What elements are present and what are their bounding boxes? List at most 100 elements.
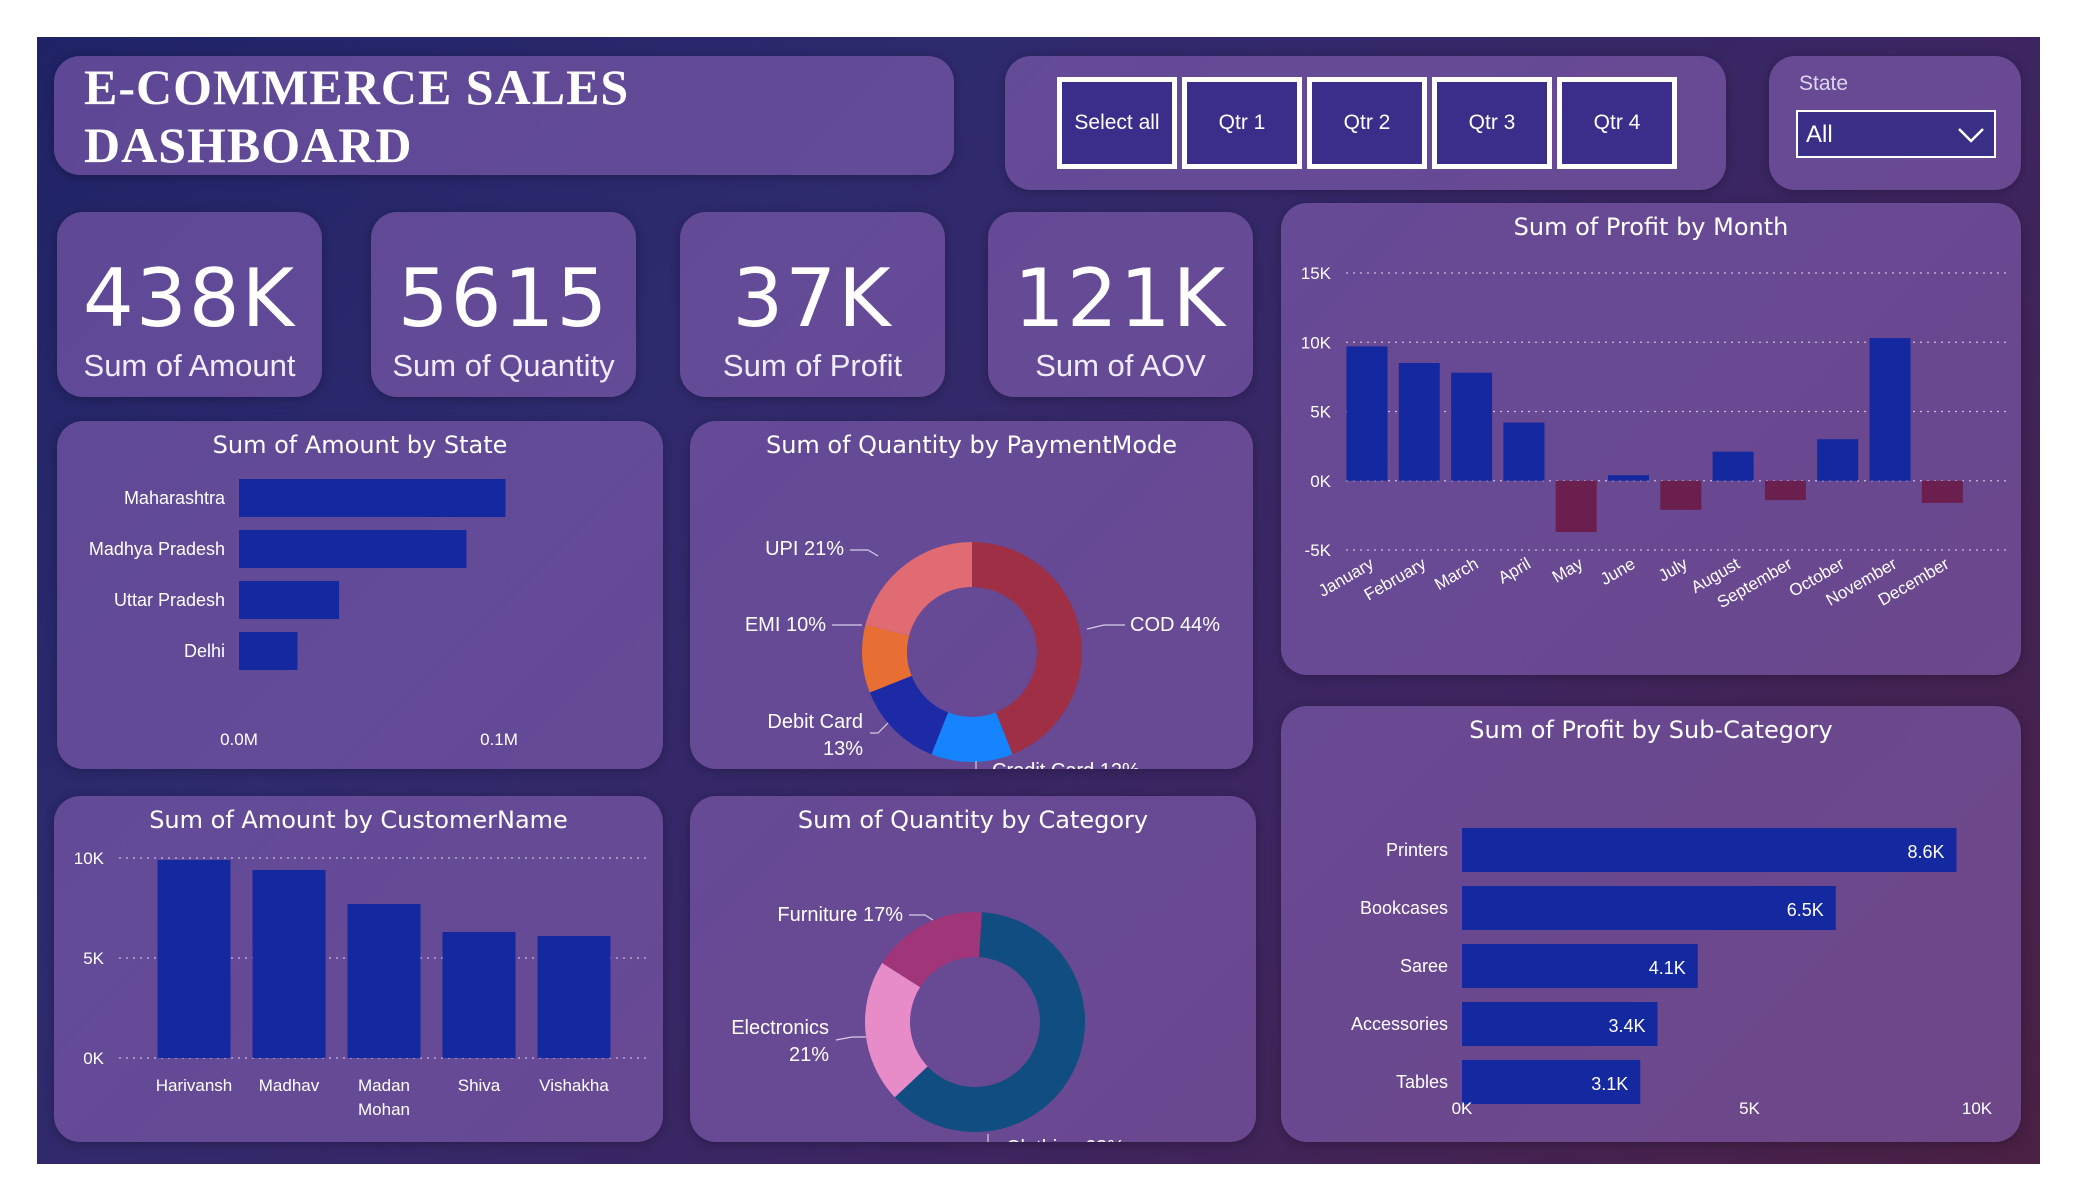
leader-line bbox=[987, 1134, 989, 1142]
category-label: May bbox=[1549, 554, 1587, 587]
kpi-aov-label: Sum of AOV bbox=[1035, 348, 1206, 383]
slice-label: EMI 10% bbox=[745, 614, 826, 636]
slice-label: Clothing 63% bbox=[1006, 1137, 1125, 1142]
category-label: Accessories bbox=[1351, 1014, 1448, 1034]
category-label: Bookcases bbox=[1360, 898, 1448, 918]
tick-label: 5K bbox=[1739, 1099, 1760, 1118]
category-label: Delhi bbox=[184, 641, 225, 661]
category-label: Madhya Pradesh bbox=[89, 539, 225, 559]
data-label: 3.1K bbox=[1591, 1074, 1628, 1094]
kpi-profit-card: 37K Sum of Profit bbox=[680, 212, 945, 397]
category-label: Madan bbox=[358, 1076, 410, 1095]
qty-by-paymentmode-card: Sum of Quantity by PaymentMode COD 44%Cr… bbox=[690, 421, 1253, 769]
data-label: 4.1K bbox=[1649, 958, 1686, 978]
slice-label: UPI 21% bbox=[765, 538, 844, 560]
state-filter-label: State bbox=[1799, 72, 1849, 95]
category-label: Uttar Pradesh bbox=[114, 590, 225, 610]
bar bbox=[1462, 828, 1957, 872]
state-dropdown-value: All bbox=[1806, 121, 1833, 148]
slicer-select-all-button[interactable]: Select all bbox=[1057, 77, 1177, 169]
data-label: 8.6K bbox=[1907, 842, 1944, 862]
leader-line bbox=[835, 1036, 866, 1041]
bar bbox=[157, 860, 231, 1058]
slice-label: 13% bbox=[823, 738, 863, 760]
kpi-amount-label: Sum of Amount bbox=[83, 348, 296, 383]
bar bbox=[1817, 439, 1859, 481]
slicer-qtr2-button[interactable]: Qtr 2 bbox=[1307, 77, 1427, 169]
bar bbox=[239, 479, 506, 517]
category-label: Harivansh bbox=[156, 1076, 233, 1095]
page-title: E-COMMERCE SALES DASHBOARD bbox=[84, 58, 630, 173]
leader-line bbox=[909, 914, 934, 921]
slice-label: Electronics bbox=[731, 1017, 829, 1039]
category-label: Shiva bbox=[458, 1076, 501, 1095]
category-label: July bbox=[1655, 554, 1691, 586]
leader-line bbox=[1086, 624, 1125, 630]
kpi-quantity-card: 5615 Sum of Quantity bbox=[371, 212, 636, 397]
tick-label: 0.0M bbox=[220, 730, 258, 749]
leader-line bbox=[975, 761, 977, 769]
bar bbox=[252, 870, 326, 1058]
tick-label: 0K bbox=[83, 1049, 104, 1068]
slice-label: COD 44% bbox=[1130, 614, 1220, 636]
bar bbox=[239, 581, 340, 619]
bar bbox=[1608, 475, 1649, 481]
kpi-amount-card: 438K Sum of Amount bbox=[57, 212, 322, 397]
bar bbox=[442, 932, 516, 1058]
kpi-quantity-label: Sum of Quantity bbox=[392, 348, 615, 383]
bar bbox=[1503, 422, 1545, 481]
tick-label: 5K bbox=[83, 949, 104, 968]
quarter-slicer: Select all Qtr 1 Qtr 2 Qtr 3 Qtr 4 bbox=[1005, 56, 1726, 190]
amount-by-customer-chart: 10K 5K 0K Harivansh Madhav Madan Mohan Shiva Vis… bbox=[74, 849, 649, 1119]
category-label: Mohan bbox=[358, 1100, 410, 1119]
bar bbox=[1555, 480, 1597, 532]
tick-label: 10K bbox=[74, 849, 105, 868]
title-card: E-COMMERCE SALES DASHBOARD bbox=[54, 56, 954, 175]
category-label: Vishakha bbox=[539, 1076, 609, 1095]
tick-label: 0K bbox=[1310, 472, 1331, 491]
category-label: April bbox=[1495, 554, 1534, 587]
tick-label: -5K bbox=[1305, 541, 1332, 560]
bar bbox=[1764, 480, 1806, 501]
amount-by-state-chart: Maharashtra Madhya Pradesh Uttar Pradesh De… bbox=[89, 479, 518, 749]
data-label: 6.5K bbox=[1787, 900, 1824, 920]
leader-line bbox=[870, 722, 889, 734]
category-label: Printers bbox=[1386, 840, 1448, 860]
category-label: Maharashtra bbox=[124, 488, 226, 508]
slicer-qtr4-button[interactable]: Qtr 4 bbox=[1557, 77, 1677, 169]
bar bbox=[1346, 346, 1388, 481]
qty-by-category-card: Sum of Quantity by Category Clothing 63%… bbox=[690, 796, 1256, 1142]
bar bbox=[239, 530, 467, 568]
bar bbox=[1921, 480, 1963, 503]
tick-label: 15K bbox=[1301, 264, 1332, 283]
bar bbox=[1712, 451, 1754, 481]
bar bbox=[1462, 886, 1836, 930]
kpi-quantity-value: 5615 bbox=[397, 252, 610, 345]
profit-by-month-card: Sum of Profit by Month 15K 10K 5K 0K -5K Janu… bbox=[1281, 203, 2021, 675]
bar bbox=[1660, 480, 1702, 510]
state-dropdown[interactable]: All bbox=[1796, 110, 1996, 158]
kpi-aov-card: 121K Sum of AOV bbox=[988, 212, 1253, 397]
tick-label: 0.1M bbox=[480, 730, 518, 749]
kpi-profit-label: Sum of Profit bbox=[722, 348, 903, 383]
kpi-amount-value: 438K bbox=[82, 252, 297, 345]
bar bbox=[1451, 372, 1493, 481]
slicer-qtr1-button[interactable]: Qtr 1 bbox=[1182, 77, 1302, 169]
category-label: Madhav bbox=[259, 1076, 320, 1095]
chevron-down-icon bbox=[1958, 128, 1984, 143]
slice-label: Furniture 17% bbox=[777, 904, 903, 926]
qty-by-category-chart: Clothing 63% Electronics 21% Furniture 17% bbox=[731, 904, 1125, 1142]
state-filter: State All bbox=[1769, 56, 2021, 190]
qty-by-paymentmode-chart: COD 44% Credit Card 12% Debit Card 13% EMI 1… bbox=[745, 538, 1220, 769]
kpi-profit-value: 37K bbox=[732, 252, 893, 345]
tick-label: 5K bbox=[1310, 403, 1331, 422]
data-label: 3.4K bbox=[1608, 1016, 1645, 1036]
tick-label: 10K bbox=[1962, 1099, 1993, 1118]
slice-label: Debit Card bbox=[767, 711, 863, 733]
category-label: March bbox=[1431, 554, 1481, 594]
category-label: Saree bbox=[1400, 956, 1448, 976]
tick-label: 10K bbox=[1301, 333, 1332, 352]
profit-by-month-chart: 15K10K5K0K-5KJanuaryFebruary March April Ma… bbox=[1301, 264, 2008, 612]
slicer-qtr3-button[interactable]: Qtr 3 bbox=[1432, 77, 1552, 169]
profit-by-subcategory-chart: Printers 8.6K Bookcases 6.5K Saree 4.1K Access… bbox=[1351, 828, 1993, 1118]
